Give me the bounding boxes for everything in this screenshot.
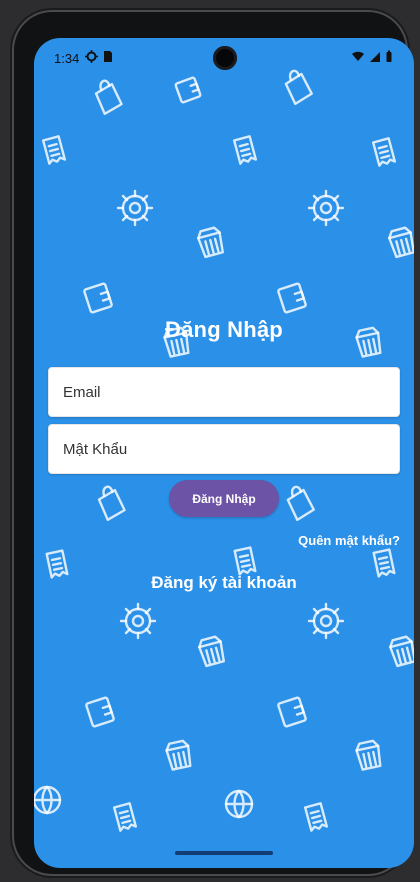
page-title: Đăng Nhập <box>165 317 283 342</box>
shopping-bag-icon <box>94 79 123 115</box>
email-field[interactable] <box>48 367 400 417</box>
globe-icon <box>224 789 254 819</box>
gear-icon <box>307 189 345 227</box>
receipt-icon <box>371 137 397 167</box>
sim-card-icon <box>104 51 112 62</box>
cellular-signal-icon <box>370 51 380 62</box>
wallet-icon <box>277 696 307 728</box>
home-indicator[interactable] <box>175 851 273 855</box>
battery-icon <box>386 50 392 62</box>
receipt-icon <box>303 802 329 832</box>
register-link[interactable]: Đăng ký tài khoản <box>34 573 414 593</box>
receipt-icon <box>233 546 257 576</box>
forgot-password-link[interactable]: Quên mật khẩu? <box>298 533 400 548</box>
password-input[interactable] <box>49 425 399 473</box>
front-camera <box>213 46 237 70</box>
store-icon <box>389 635 414 668</box>
receipt-icon <box>232 135 258 165</box>
store-icon <box>165 739 192 771</box>
settings-icon <box>85 50 98 63</box>
login-button[interactable]: Đăng Nhập <box>169 480 279 517</box>
store-icon <box>355 739 382 771</box>
wallet-icon <box>174 76 202 104</box>
wallet-icon <box>83 282 113 314</box>
status-icons-left <box>85 50 113 63</box>
wallet-icon <box>277 282 307 314</box>
login-screen: 1:34 Đăng Nhập Email Đăng Nhập Quên mật … <box>34 38 414 868</box>
status-bar: 1:34 <box>34 38 414 78</box>
receipt-icon <box>112 802 138 832</box>
phone-frame: 1:34 Đăng Nhập Email Đăng Nhập Quên mật … <box>12 10 414 876</box>
globe-icon <box>34 785 62 815</box>
shopping-bag-icon <box>286 485 315 522</box>
password-field[interactable] <box>48 424 400 474</box>
store-icon <box>198 635 225 668</box>
wifi-icon <box>352 51 364 61</box>
store-icon <box>197 226 224 259</box>
email-input[interactable] <box>49 368 399 416</box>
receipt-icon <box>41 135 67 165</box>
shopping-bag-icon <box>97 485 126 521</box>
gear-icon <box>307 602 345 640</box>
wallet-icon <box>85 696 115 728</box>
status-time: 1:34 <box>54 51 80 66</box>
status-icons-right <box>351 50 393 63</box>
store-icon <box>388 226 414 259</box>
gear-icon <box>116 189 154 227</box>
gear-icon <box>119 602 157 640</box>
